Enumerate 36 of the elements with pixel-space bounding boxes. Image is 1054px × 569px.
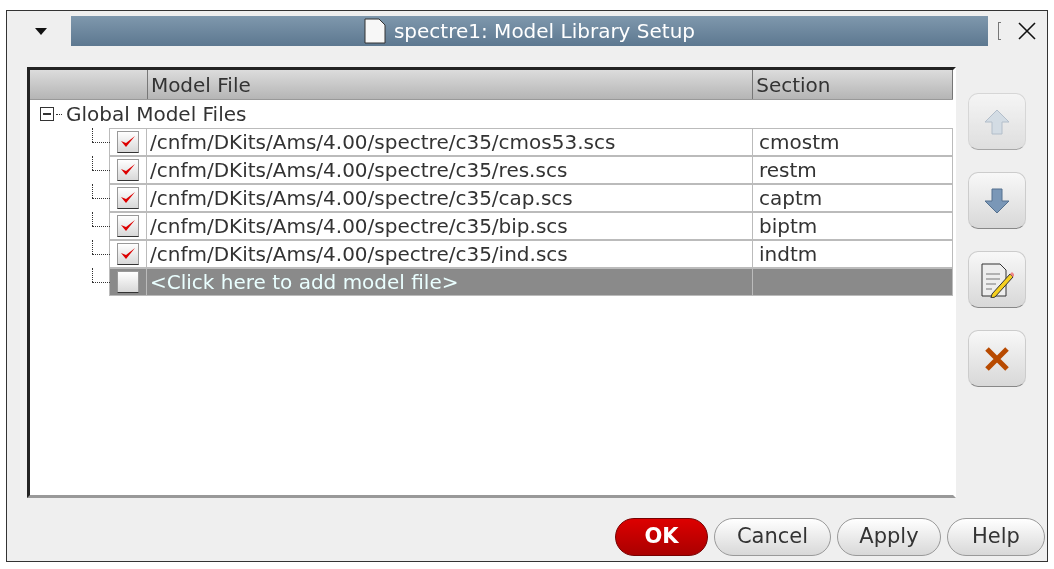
checkbox[interactable]: [117, 159, 139, 181]
window-title: spectre1: Model Library Setup: [393, 18, 696, 45]
delete-x-icon: [984, 345, 1010, 372]
dialog-button[interactable]: Cancel: [714, 518, 831, 556]
tree-node-label[interactable]: Global Model Files: [66, 99, 247, 129]
checkmark-icon: [120, 163, 136, 177]
close-icon[interactable]: [1017, 21, 1037, 41]
dropdown-arrow-icon[interactable]: [35, 27, 47, 35]
edit-button[interactable]: [968, 251, 1026, 308]
checkbox[interactable]: [117, 215, 139, 237]
checkbox[interactable]: [117, 271, 139, 293]
dialog-button[interactable]: Help: [947, 518, 1045, 556]
checkmark-icon: [120, 247, 136, 261]
up-arrow-icon: [983, 107, 1011, 136]
checkbox[interactable]: [117, 131, 139, 153]
column-header[interactable]: Model File: [147, 70, 754, 99]
down-arrow-icon: [983, 186, 1011, 215]
document-pencil-icon: [980, 261, 1014, 298]
checkmark-icon: [120, 191, 136, 205]
table-row[interactable]: /cnfm/DKits/Ams/4.00/spectre/c35/cmos53.scs cmostm: [109, 128, 953, 156]
down-button[interactable]: [968, 172, 1026, 229]
delete-button[interactable]: [968, 330, 1026, 387]
checkmark-icon: [120, 219, 136, 233]
collapse-toggle-icon[interactable]: [40, 107, 54, 121]
table-row[interactable]: /cnfm/DKits/Ams/4.00/spectre/c35/res.scs restm: [109, 156, 953, 184]
table-row[interactable]: /cnfm/DKits/Ams/4.00/spectre/c35/cap.scs captm: [109, 184, 953, 212]
resize-handle-icon[interactable]: [998, 22, 1001, 40]
dialog-button[interactable]: Apply: [837, 518, 941, 556]
checkbox[interactable]: [117, 243, 139, 265]
document-icon: [363, 18, 386, 44]
table-row[interactable]: /cnfm/DKits/Ams/4.00/spectre/c35/ind.scs indtm: [109, 240, 953, 268]
checkmark-icon: [120, 135, 136, 149]
checkbox[interactable]: [117, 187, 139, 209]
dialog-button[interactable]: OK: [615, 518, 708, 556]
column-header[interactable]: Section: [753, 70, 953, 99]
table-row[interactable]: /cnfm/DKits/Ams/4.00/spectre/c35/bip.scs biptm: [109, 212, 953, 240]
